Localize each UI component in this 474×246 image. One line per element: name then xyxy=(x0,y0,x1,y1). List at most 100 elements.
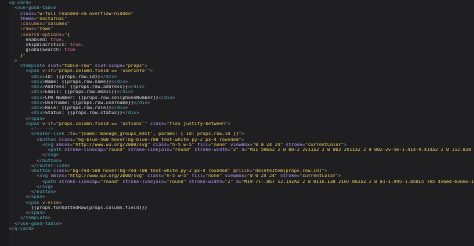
code-token: class xyxy=(150,142,167,148)
code-token: > xyxy=(58,221,62,227)
code-token: "{ xyxy=(64,32,70,38)
code-token: div xyxy=(33,74,43,80)
code-token: div xyxy=(33,90,43,96)
code-token: > xyxy=(42,116,45,122)
code-token: </ xyxy=(9,158,43,164)
code-token: v-if xyxy=(39,121,54,127)
code-token: :rows xyxy=(9,27,34,33)
code-token: svg xyxy=(39,174,48,180)
code-token: stroke xyxy=(277,174,297,180)
code-token: true xyxy=(50,37,62,43)
code-token: CPR Number: {{props.row.cellphoneNumber}… xyxy=(45,95,159,101)
code-token: span xyxy=(31,116,43,122)
code-token: > xyxy=(47,216,51,222)
code-token: :to xyxy=(64,132,76,138)
code-token: > xyxy=(56,153,59,159)
code-token: div xyxy=(33,100,43,106)
code-token: xmlns xyxy=(53,142,70,148)
code-token: > xyxy=(338,174,342,180)
code-token: < xyxy=(9,137,40,143)
code-token: > xyxy=(150,69,153,75)
code-token: < xyxy=(9,74,34,80)
code-token: > xyxy=(324,169,328,174)
code-token: stroke-linejoin xyxy=(119,179,164,185)
code-token: </ xyxy=(9,211,32,216)
code-token: true xyxy=(69,43,81,48)
code-token: < xyxy=(9,132,34,138)
code-token: </ xyxy=(9,184,43,190)
code-token: "{name:'manage_groups_edit', params: { i… xyxy=(78,132,242,138)
code-token: < xyxy=(9,64,23,69)
code-token: < xyxy=(9,169,34,174)
code-token: > xyxy=(58,200,62,206)
code-token: "props.column.field == 'actions'" xyxy=(56,121,148,127)
code-token: < xyxy=(9,69,29,75)
code-token: div xyxy=(133,85,142,90)
code-token: "currentColor" xyxy=(305,142,344,148)
code-token: div xyxy=(33,85,43,90)
code-token: "h-5 w-5" xyxy=(163,174,189,180)
code-token: "0 0 24 24" xyxy=(247,174,278,180)
code-token: vue-good-table xyxy=(17,6,57,12)
code-token: > xyxy=(28,1,32,6)
code-token: </ xyxy=(9,216,26,222)
code-token: Email: {{props.row.email}} xyxy=(45,90,117,96)
code-token: < xyxy=(9,142,45,148)
code-token: div xyxy=(33,111,43,117)
code-line[interactable]: <path stroke-linecap="round" stroke-line… xyxy=(9,148,474,153)
code-token: fill xyxy=(188,174,203,180)
code-token: q-card xyxy=(14,226,32,232)
code-token: < xyxy=(9,90,34,96)
code-token: stroke-linecap xyxy=(61,148,104,153)
code-area[interactable]: <q-card> <vue-good-table class="w-full r… xyxy=(9,1,474,232)
code-token: < xyxy=(9,179,45,185)
code-token: "round" xyxy=(105,148,126,153)
code-token: globalSearch: xyxy=(9,48,65,54)
code-token: > xyxy=(125,79,129,85)
code-token: </ xyxy=(9,116,32,122)
code-token: </ xyxy=(9,195,32,201)
code-token: path xyxy=(50,148,62,153)
code-token: class xyxy=(147,121,164,127)
code-token: > xyxy=(227,121,231,127)
code-token: div xyxy=(33,79,43,85)
code-token: > xyxy=(53,190,57,195)
code-line[interactable]: <path stroke-linecap="round" stroke-line… xyxy=(9,180,474,185)
code-token: div xyxy=(116,106,126,111)
code-token: stroke-linecap xyxy=(56,179,98,185)
code-token: "rows" xyxy=(36,27,54,33)
code-token: "props" xyxy=(125,64,145,69)
code-token: span xyxy=(28,200,40,206)
code-token: class xyxy=(144,174,162,180)
code-token: "w-full rounded-sm overflow-hidden" xyxy=(36,11,134,17)
code-editor[interactable]: <q-card> <vue-good-table class="w-full r… xyxy=(0,0,474,246)
code-line[interactable]: </q-card> xyxy=(9,227,474,232)
code-token: < xyxy=(9,95,34,101)
code-token: <!-- --> xyxy=(9,127,54,132)
code-token: "bg-blue-500 hover:bg-blue-700 text-whit… xyxy=(75,137,242,143)
code-token: template xyxy=(25,216,48,222)
code-token: stroke-width xyxy=(186,179,223,185)
code-token: < xyxy=(9,200,29,206)
code-token: </ xyxy=(9,190,37,195)
code-token: viewBox xyxy=(222,174,245,180)
code-token: > xyxy=(114,74,117,80)
code-token: "deleteItem(props.row.id)" xyxy=(252,169,325,174)
code-token: class xyxy=(9,11,34,17)
code-token: span xyxy=(28,69,40,75)
code-token: > xyxy=(172,95,176,101)
code-token: "props.column.field == 'userInfo'" xyxy=(56,69,151,75)
code-token: > xyxy=(141,85,145,90)
code-token: Status: {{props.row.status}} xyxy=(45,111,123,117)
code-token: "M11 5H6a2 2 0 00-2 2v11a2 2 0 002 2h11a… xyxy=(247,148,474,153)
code-token: > xyxy=(241,132,245,138)
code-token: Address: {{props.row.address}} xyxy=(45,85,128,90)
code-token: "none" xyxy=(211,142,228,148)
code-token: , xyxy=(61,37,65,43)
code-token: :search-options xyxy=(9,32,62,38)
code-token: svg xyxy=(47,153,57,159)
code-token: :columns xyxy=(9,22,43,27)
code-token: > xyxy=(136,111,140,117)
code-token: "currentColor" xyxy=(299,174,339,180)
code-token: stroke-width xyxy=(191,148,228,153)
